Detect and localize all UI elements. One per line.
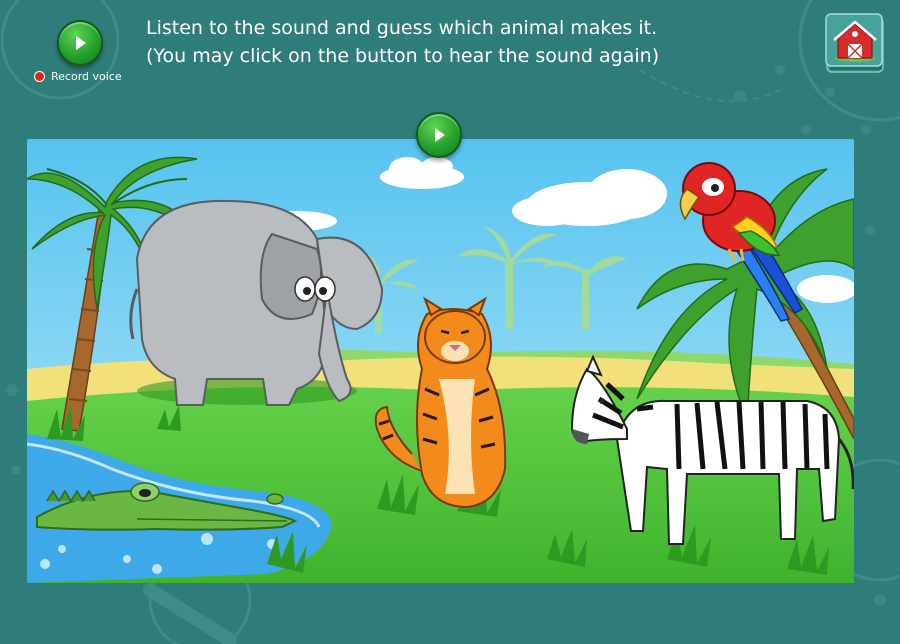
- jungle-scene: [27, 139, 854, 583]
- record-voice-button[interactable]: Record voice: [34, 70, 122, 83]
- instruction-text: Listen to the sound and guess which anim…: [146, 14, 659, 70]
- record-voice-label: Record voice: [51, 70, 122, 83]
- play-icon: [435, 128, 445, 142]
- barn-home-button[interactable]: [824, 12, 886, 76]
- instruction-line-1: Listen to the sound and guess which anim…: [146, 17, 658, 39]
- record-dot-icon: [34, 71, 45, 82]
- instruction-line-2: (You may click on the button to hear the…: [146, 45, 660, 67]
- play-sound-button[interactable]: [57, 20, 103, 66]
- replay-sound-button[interactable]: [416, 112, 462, 158]
- play-icon: [76, 36, 86, 50]
- jungle-illustration: [27, 139, 854, 583]
- barn-icon: [825, 13, 884, 73]
